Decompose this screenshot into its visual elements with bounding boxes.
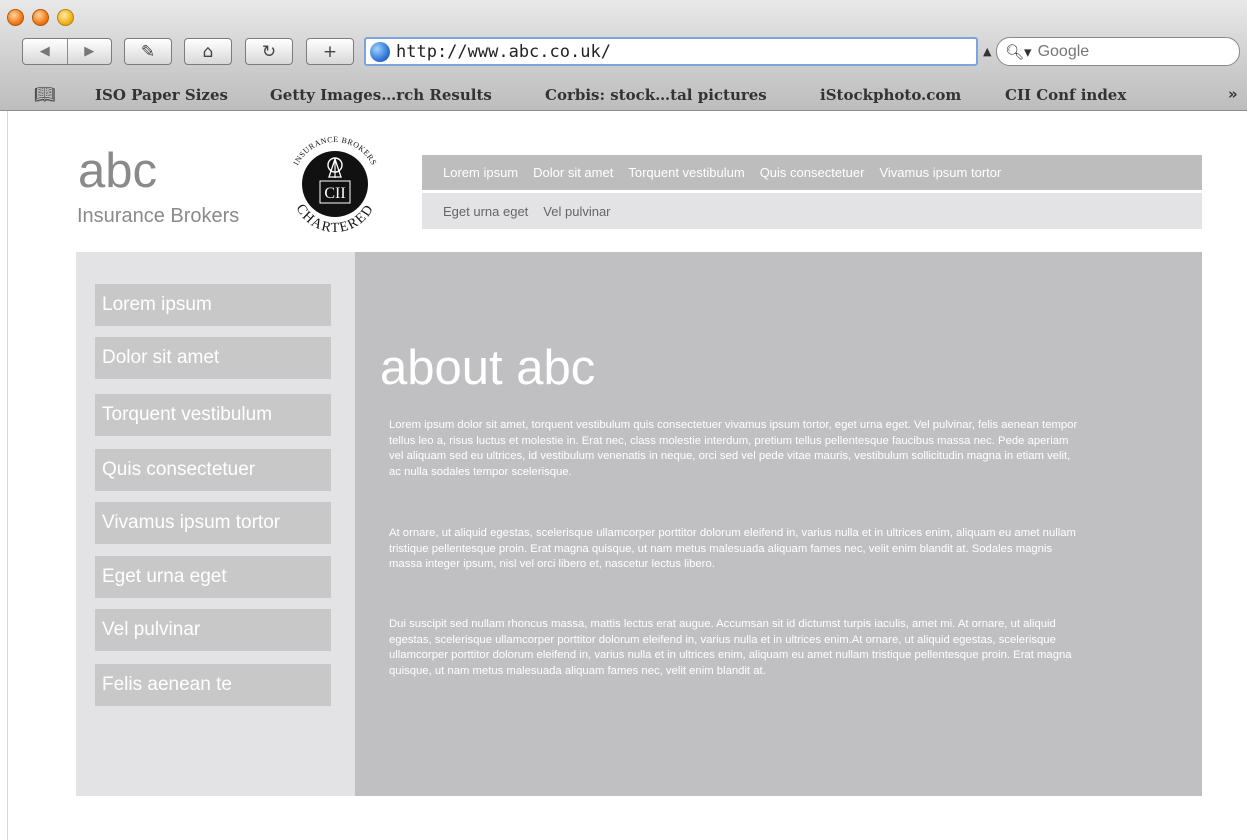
sidebar-item[interactable]: Vivamus ipsum tortor: [95, 502, 331, 544]
edit-pencil-button[interactable]: ✎: [124, 38, 172, 65]
bookmarks-book-icon[interactable]: 📖︎: [34, 85, 56, 105]
top-nav-link[interactable]: Dolor sit amet: [533, 165, 613, 180]
forward-arrow-icon[interactable]: ▶: [67, 44, 111, 59]
top-nav-link[interactable]: Torquent vestibulum: [628, 165, 744, 180]
top-nav-link[interactable]: Quis consectetuer: [760, 165, 865, 180]
bookmark-link[interactable]: iStockphoto.com: [820, 86, 961, 104]
magnifier-icon[interactable]: 🔍︎▾: [1005, 43, 1032, 61]
svg-text:CII: CII: [324, 185, 345, 202]
bookmark-link[interactable]: CII Conf index: [1005, 86, 1126, 104]
url-dropdown-icon[interactable]: ▲: [983, 45, 991, 58]
search-field[interactable]: 🔍︎▾ Google: [996, 37, 1240, 66]
logo-subtitle: Insurance Brokers: [77, 205, 240, 227]
sidebar-item[interactable]: Lorem ipsum: [95, 284, 331, 326]
body-paragraph: Dui suscipit sed nullam rhoncus massa, m…: [389, 618, 1072, 677]
home-icon: ⌂: [202, 41, 214, 62]
minimize-window-button[interactable]: [32, 9, 49, 26]
sidebar-item[interactable]: Vel pulvinar: [95, 609, 331, 651]
back-arrow-icon[interactable]: ◀: [23, 44, 67, 59]
bookmark-link[interactable]: ISO Paper Sizes: [95, 86, 228, 104]
search-placeholder: Google: [1037, 42, 1090, 60]
bookmarks-overflow-icon[interactable]: »: [1228, 85, 1238, 103]
browser-toolbar: ◀ ▶ ✎ ⌂ ↻ + http://www.abc.co.uk/ ▲ 🔍︎▾ …: [0, 0, 1247, 111]
reload-icon: ↻: [261, 41, 277, 62]
bookmark-link[interactable]: Corbis: stock…tal pictures: [545, 86, 767, 104]
sidebar-item[interactable]: Eget urna eget: [95, 556, 331, 598]
top-nav-link[interactable]: Vel pulvinar: [543, 204, 610, 219]
top-nav-link[interactable]: Lorem ipsum: [443, 165, 518, 180]
body-paragraph: At ornare, ut aliquid egestas, scelerisq…: [389, 527, 1076, 570]
top-nav-link[interactable]: Vivamus ipsum tortor: [879, 165, 1001, 180]
close-window-button[interactable]: [7, 9, 24, 26]
page-title: about abc: [380, 341, 596, 395]
bookmark-link[interactable]: Getty Images…rch Results: [270, 86, 492, 104]
url-text: http://www.abc.co.uk/: [396, 41, 611, 62]
reload-button[interactable]: ↻: [245, 38, 293, 65]
cii-chartered-seal-logo: CII INSURANCE BROKERS CHARTERED: [291, 135, 378, 233]
top-nav-primary: Lorem ipsum Dolor sit amet Torquent vest…: [422, 155, 1202, 190]
address-bar[interactable]: http://www.abc.co.uk/: [364, 37, 978, 66]
sidebar-item[interactable]: Quis consectetuer: [95, 449, 331, 491]
main-content: [355, 252, 1202, 796]
pencil-icon: ✎: [140, 41, 156, 62]
home-button[interactable]: ⌂: [184, 38, 232, 65]
sidebar-item[interactable]: Torquent vestibulum: [95, 394, 331, 436]
sidebar-item[interactable]: Felis aenean te: [95, 664, 331, 706]
logo-name[interactable]: abc: [78, 147, 157, 196]
globe-icon: [370, 41, 390, 62]
sidebar-item[interactable]: Dolor sit amet: [95, 337, 331, 379]
zoom-window-button[interactable]: [57, 9, 74, 26]
page-edge: [7, 111, 8, 840]
top-nav-link[interactable]: Eget urna eget: [443, 204, 528, 219]
add-bookmark-button[interactable]: +: [306, 38, 354, 65]
body-paragraph: Lorem ipsum dolor sit amet, torquent ves…: [389, 419, 1078, 478]
plus-icon: +: [322, 41, 338, 62]
top-nav-secondary: Eget urna eget Vel pulvinar: [422, 193, 1202, 229]
back-forward-buttons: ◀ ▶: [22, 38, 112, 65]
